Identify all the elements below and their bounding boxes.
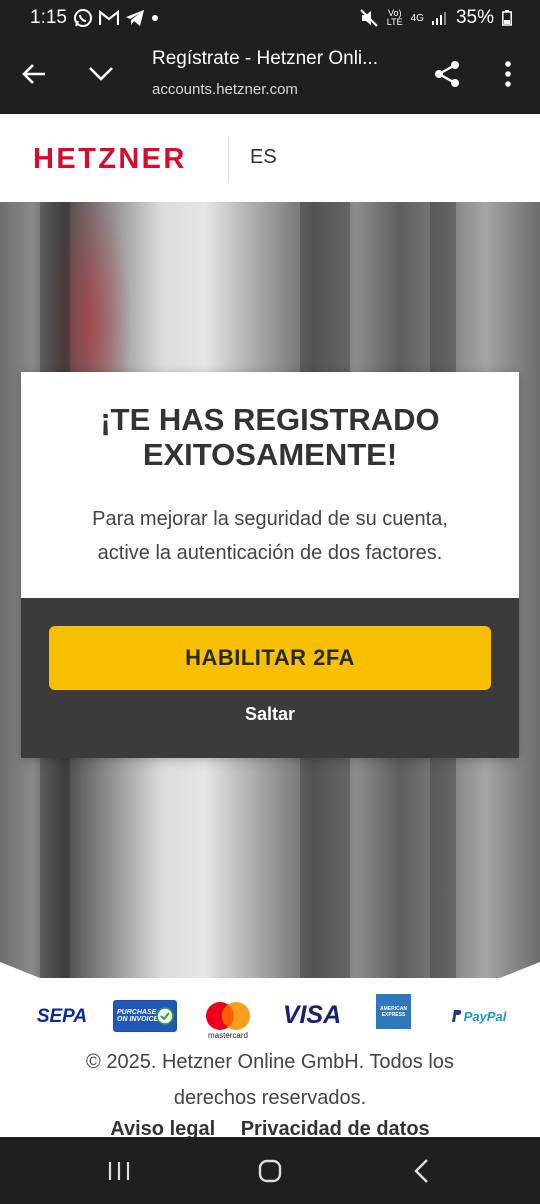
amex-label-2: EXPRESS	[381, 1011, 406, 1018]
copyright-text: © 2025. Hetzner Online GmbH. Todos los d…	[0, 1044, 540, 1116]
home-button[interactable]	[240, 1149, 300, 1193]
american-express-logo: AMERICAN EXPRESS	[376, 994, 411, 1029]
invoice-label-2: ON INVOICE	[117, 1016, 159, 1023]
status-bar: 1:15 Vo) LTE 4G 35%	[0, 0, 540, 36]
status-time: 1:15	[30, 7, 67, 28]
minimize-button[interactable]	[77, 50, 125, 98]
sepa-logo: SEPA	[32, 1002, 92, 1032]
security-message-line1: Para mejorar la seguridad de su cuenta,	[92, 508, 448, 530]
volte-indicator: Vo) LTE	[386, 8, 403, 27]
security-message: Para mejorar la seguridad de su cuenta, …	[41, 502, 499, 570]
card-action-section: HABILITAR 2FA Saltar	[21, 598, 519, 758]
page-url: accounts.hetzner.com	[152, 81, 298, 98]
more-vertical-icon	[505, 61, 511, 87]
paypal-logo: PayPal	[446, 1002, 510, 1030]
success-heading: ¡TE HAS REGISTRADO EXITOSAMENTE!	[21, 402, 519, 472]
system-back-button[interactable]	[392, 1149, 452, 1193]
chevron-down-icon	[89, 67, 113, 81]
arrow-left-icon	[22, 64, 45, 84]
copyright-line2: derechos reservados.	[173, 1087, 367, 1109]
paypal-icon	[451, 1010, 461, 1022]
sepa-label: SEPA	[36, 1006, 88, 1027]
language-selector[interactable]: ES	[250, 146, 277, 169]
success-heading-line2: EXITOSAMENTE!	[142, 437, 398, 472]
mastercard-label: mastercard	[207, 1030, 248, 1040]
telegram-icon	[125, 9, 145, 27]
mute-icon	[359, 8, 379, 28]
recent-apps-button[interactable]	[89, 1149, 149, 1193]
share-button[interactable]	[423, 50, 471, 98]
network-indicator: 4G	[410, 12, 424, 24]
status-right: Vo) LTE 4G 35%	[359, 7, 512, 29]
recent-apps-icon	[108, 1162, 130, 1180]
whatsapp-icon	[73, 8, 93, 28]
browser-toolbar: Regístrate - Hetzner Onli... accounts.he…	[0, 36, 540, 114]
enable-2fa-button[interactable]: HABILITAR 2FA	[49, 626, 491, 690]
battery-percent: 35%	[455, 7, 494, 28]
status-left: 1:15	[30, 7, 159, 29]
site-header: HETZNER ES	[0, 114, 540, 202]
signal-icon	[431, 11, 448, 25]
chevron-left-icon	[414, 1159, 428, 1183]
mastercard-logo: mastercard	[203, 994, 253, 1046]
card-message-section: ¡TE HAS REGISTRADO EXITOSAMENTE! Para me…	[21, 372, 519, 598]
more-options-button[interactable]	[484, 50, 532, 98]
visa-label: VISA	[282, 1000, 342, 1029]
mastercard-circles-icon	[206, 1001, 250, 1030]
skip-link[interactable]: Saltar	[21, 704, 519, 725]
paypal-label: PayPal	[463, 1008, 507, 1024]
payment-methods: SEPA PURCHASE ON INVOICE mastercard VISA…	[0, 994, 540, 1050]
page-title: Regístrate - Hetzner Onli...	[152, 48, 378, 69]
checkmark-icon	[156, 1007, 174, 1025]
share-icon	[435, 61, 459, 87]
back-button[interactable]	[10, 50, 58, 98]
security-message-line2: active la autenticación de dos factores.	[97, 542, 443, 564]
battery-icon	[502, 10, 512, 26]
purchase-on-invoice-logo: PURCHASE ON INVOICE	[113, 1000, 177, 1032]
notification-dot-icon	[151, 14, 159, 22]
success-heading-line1: ¡TE HAS REGISTRADO	[100, 402, 440, 437]
registration-success-card: ¡TE HAS REGISTRADO EXITOSAMENTE! Para me…	[21, 372, 519, 758]
system-navigation-bar	[0, 1137, 540, 1204]
page-footer: SEPA PURCHASE ON INVOICE mastercard VISA…	[0, 962, 540, 1140]
gmail-icon	[98, 10, 119, 26]
screen: 1:15 Vo) LTE 4G 35% Regístrate - Hetzner…	[0, 0, 540, 1204]
header-divider	[228, 136, 229, 182]
hetzner-logo[interactable]: HETZNER	[33, 143, 187, 176]
home-icon	[258, 1159, 282, 1183]
visa-logo: VISA	[281, 1000, 343, 1030]
copyright-line1: © 2025. Hetzner Online GmbH. Todos los	[86, 1051, 454, 1073]
invoice-label-1: PURCHASE	[117, 1009, 157, 1016]
